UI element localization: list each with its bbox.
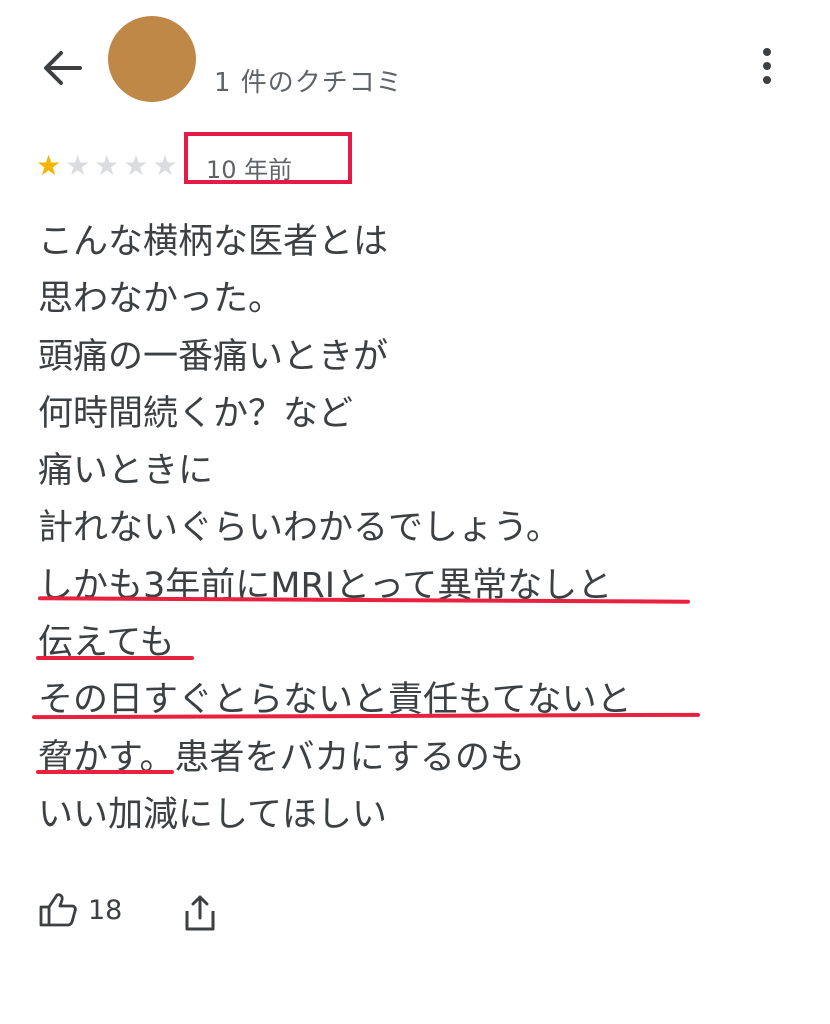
- star-empty-icon: ★: [152, 149, 178, 182]
- review-line: その日すぐとらないと責任もてないと: [38, 680, 632, 721]
- star-empty-icon: ★: [65, 149, 91, 182]
- arrow-left-icon: [44, 51, 82, 85]
- star-filled-icon: ★: [36, 149, 62, 182]
- review-line: 脅かす。患者をバカにするのも: [38, 737, 525, 778]
- review-line: しかも3年前にMRIとって異常なしと: [38, 565, 613, 606]
- review-line: 何時間続くか？など: [38, 393, 354, 434]
- like-button[interactable]: 18: [38, 892, 122, 928]
- more-vert-icon: [763, 48, 771, 56]
- avatar[interactable]: [108, 16, 196, 102]
- like-count: 18: [88, 894, 123, 926]
- review-line: いい加減にしてほしい: [38, 794, 387, 835]
- star-rating: ★ ★ ★ ★ ★: [36, 152, 178, 180]
- review-line: 計れないぐらいわかるでしょう。: [38, 508, 561, 549]
- review-line: 頭痛の一番痛いときが: [38, 336, 389, 377]
- review-text: こんな横柄な医者とは 思わなかった。 頭痛の一番痛いときが 何時間続くか？など …: [38, 214, 798, 844]
- review-line: 思わなかった。: [38, 279, 284, 320]
- underline-annotation: [36, 656, 194, 660]
- more-options-button[interactable]: [752, 44, 782, 88]
- share-icon: [185, 895, 215, 931]
- review-count: 1 件のクチコミ: [214, 68, 403, 98]
- underline-annotation: [36, 770, 174, 774]
- thumbs-up-icon: [39, 893, 77, 927]
- back-button[interactable]: [36, 46, 88, 90]
- review-line: 痛いときに: [38, 451, 214, 492]
- review-date: 10 年前: [206, 156, 293, 184]
- share-button[interactable]: [180, 890, 220, 936]
- review-line: こんな横柄な医者とは: [38, 222, 389, 262]
- review-line: 伝えても: [38, 623, 175, 664]
- star-empty-icon: ★: [94, 149, 120, 182]
- star-empty-icon: ★: [123, 149, 149, 182]
